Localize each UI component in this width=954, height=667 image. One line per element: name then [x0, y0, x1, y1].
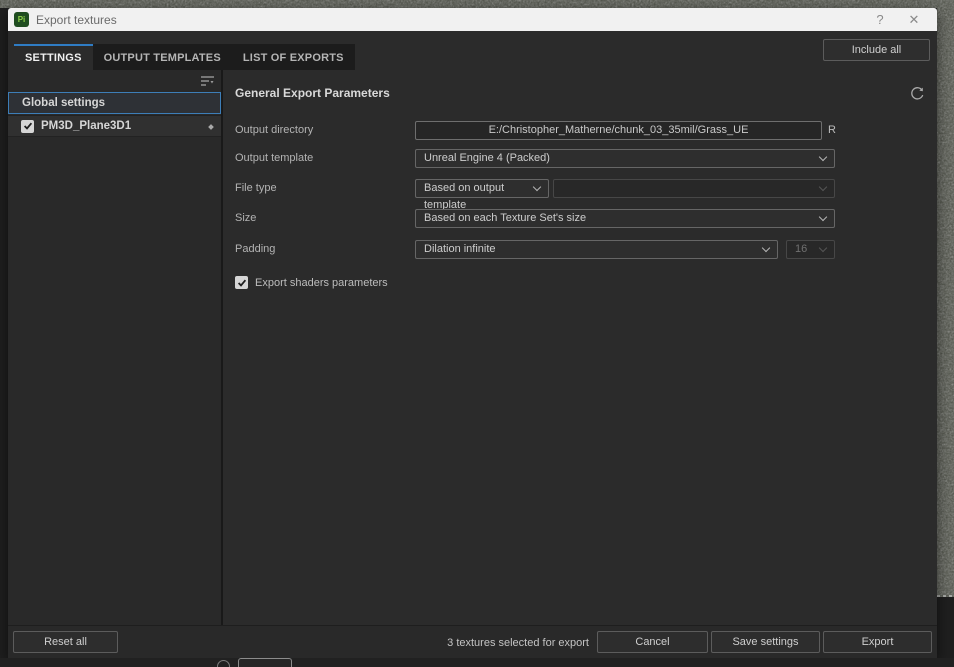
- dialog-tabbar: SETTINGS OUTPUT TEMPLATES LIST OF EXPORT…: [14, 44, 355, 70]
- tab-list-of-exports[interactable]: LIST OF EXPORTS: [231, 44, 355, 70]
- texture-set-sidebar: Global settings PM3D_Plane3D1: [8, 70, 221, 625]
- export-shaders-checkbox[interactable]: [235, 276, 248, 289]
- check-icon: [237, 279, 246, 287]
- sidebar-item-label: Global settings: [22, 97, 106, 109]
- export-shaders-label: Export shaders parameters: [255, 276, 388, 289]
- file-type-bitdepth-dropdown: [553, 179, 835, 198]
- texture-set-checkbox[interactable]: [21, 119, 34, 133]
- chevron-down-icon: [818, 243, 828, 253]
- close-icon[interactable]: ✕: [897, 8, 931, 31]
- sidebar-header: [8, 70, 221, 92]
- file-type-value: Based on output template: [424, 182, 505, 211]
- dialog-footer: Reset all 3 textures selected for export…: [8, 625, 937, 658]
- output-directory-label: Output directory: [235, 124, 314, 136]
- size-value: Based on each Texture Set's size: [424, 212, 587, 224]
- sidebar-item-texture-set[interactable]: PM3D_Plane3D1: [8, 115, 221, 137]
- output-template-value: Unreal Engine 4 (Packed): [424, 152, 550, 164]
- size-dropdown[interactable]: Based on each Texture Set's size: [415, 209, 835, 228]
- general-export-parameters-panel: General Export Parameters Output directo…: [223, 70, 937, 625]
- chevron-down-icon: [818, 182, 828, 192]
- export-button[interactable]: Export: [823, 631, 932, 653]
- padding-size-value: 16: [795, 243, 808, 255]
- padding-value: Dilation infinite: [424, 243, 496, 255]
- sidebar-item-global-settings[interactable]: Global settings: [8, 92, 221, 114]
- save-settings-button[interactable]: Save settings: [711, 631, 820, 653]
- output-directory-suffix[interactable]: R: [828, 121, 836, 140]
- chevron-down-icon: [818, 152, 828, 162]
- app-background: Pi Export textures ? ✕ Include all SETTI…: [0, 0, 954, 667]
- output-template-label: Output template: [235, 152, 314, 164]
- reset-all-button[interactable]: Reset all: [13, 631, 118, 653]
- file-type-label: File type: [235, 182, 277, 194]
- include-all-button[interactable]: Include all: [823, 39, 930, 61]
- padding-dropdown[interactable]: Dilation infinite: [415, 240, 778, 259]
- check-icon: [23, 122, 32, 130]
- section-title: General Export Parameters: [235, 86, 390, 100]
- tab-output-templates[interactable]: OUTPUT TEMPLATES: [92, 44, 232, 70]
- background-toolbar-icon-fragment: [217, 660, 230, 667]
- tab-settings[interactable]: SETTINGS: [14, 44, 93, 70]
- chevron-down-icon: [532, 182, 542, 192]
- chevron-down-icon: [761, 243, 771, 253]
- padding-label: Padding: [235, 243, 276, 255]
- dialog-titlebar[interactable]: Pi Export textures ? ✕: [8, 8, 937, 31]
- export-shaders-row[interactable]: Export shaders parameters: [235, 276, 388, 289]
- export-textures-dialog: Pi Export textures ? ✕ Include all SETTI…: [8, 8, 937, 658]
- background-dropdown-fragment: [238, 658, 292, 667]
- reset-parameters-icon[interactable]: [909, 85, 926, 102]
- dialog-title: Export textures: [36, 12, 117, 27]
- cancel-button[interactable]: Cancel: [597, 631, 708, 653]
- output-template-dropdown[interactable]: Unreal Engine 4 (Packed): [415, 149, 835, 168]
- help-icon[interactable]: ?: [863, 8, 897, 31]
- chevron-down-icon: [818, 212, 828, 222]
- sidebar-item-label: PM3D_Plane3D1: [41, 120, 132, 132]
- file-type-dropdown[interactable]: Based on output template: [415, 179, 549, 211]
- size-label: Size: [235, 212, 257, 224]
- padding-size-dropdown: 16: [786, 240, 835, 259]
- painter-app-icon: Pi: [14, 12, 29, 27]
- output-directory-field[interactable]: E:/Christopher_Matherne/chunk_03_35mil/G…: [415, 121, 822, 140]
- filter-icon[interactable]: [200, 74, 215, 88]
- export-status-text: 3 textures selected for export: [447, 636, 589, 649]
- modified-dot-indicator: [208, 124, 214, 130]
- background-app-strip: [0, 658, 954, 667]
